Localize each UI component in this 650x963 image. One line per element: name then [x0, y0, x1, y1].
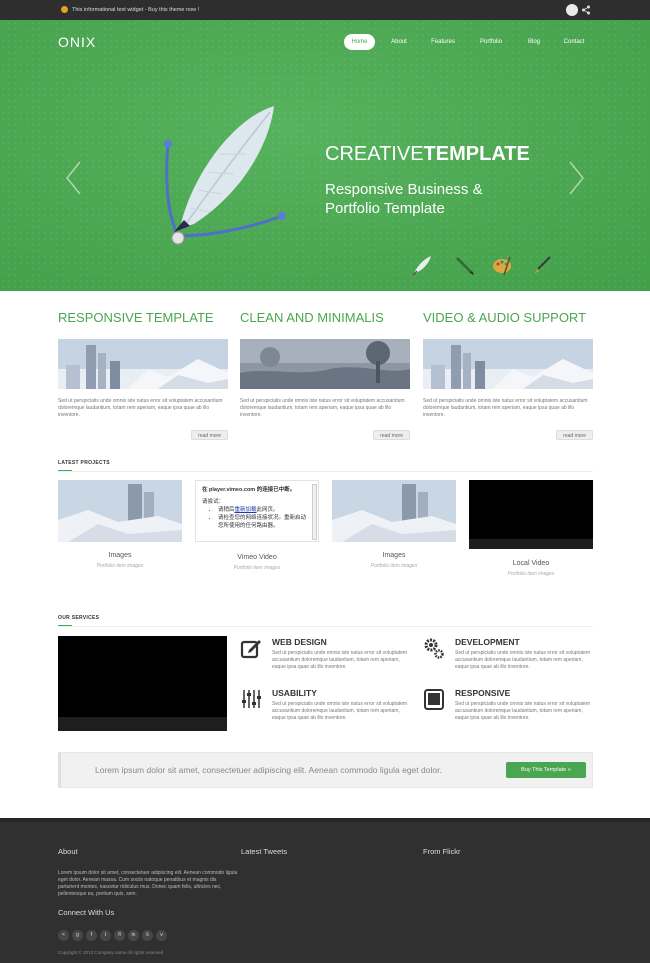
buy-template-button[interactable]: Buy This Template »: [506, 762, 586, 778]
nav-portfolio[interactable]: Portfolio: [476, 34, 506, 50]
service-text: Sed ut perspiciatis unde omnis iste natu…: [455, 701, 591, 721]
project-title: Images: [382, 552, 406, 559]
twitter-icon[interactable]: t: [100, 930, 111, 941]
video-controls-bar[interactable]: [58, 717, 227, 731]
reload-link[interactable]: 重新加载: [235, 507, 257, 513]
vimeo-error-bullet1: 请稍后重新加载此网页。: [218, 506, 310, 514]
brush-tool-icon[interactable]: [530, 253, 554, 277]
feature-text: Sed ut perspiciatis unde omnis iste natu…: [58, 398, 223, 418]
share-circle-icon[interactable]: [566, 4, 578, 16]
read-more-button[interactable]: read more: [556, 430, 593, 440]
vimeo-error-line2: 请尝试：: [202, 499, 225, 505]
feature-image-city[interactable]: [423, 339, 593, 389]
palette-tool-icon[interactable]: [490, 253, 514, 277]
slider-next-arrow-icon[interactable]: [568, 160, 586, 196]
vimeo-error-line1: 在 player.vimeo.com 的连接已中断。: [202, 487, 296, 493]
video-controls-bar[interactable]: [469, 539, 593, 549]
our-services-label: OUR SERVICES: [58, 615, 100, 621]
service-title: WEB DESIGN: [272, 637, 327, 647]
project-image-city[interactable]: [58, 480, 182, 542]
call-to-action-box: Lorem ipsum dolor sit amet, consectetuer…: [58, 752, 593, 788]
vimeo-bullet1-suffix: 此网页。: [256, 507, 279, 513]
linkedin-icon[interactable]: li: [142, 930, 153, 941]
gears-icon: [424, 638, 444, 659]
services-video-player[interactable]: [58, 636, 227, 731]
hero-title-bold: TEMPLATE: [423, 143, 530, 165]
feature-title: VIDEO & AUDIO SUPPORT: [423, 310, 587, 325]
feature-image-city[interactable]: [58, 339, 228, 389]
project-subtitle: Portfolio item images: [96, 563, 144, 569]
service-text: Sed ut perspiciatis unde omnis iste natu…: [272, 650, 408, 670]
nav-home[interactable]: Home: [344, 34, 375, 50]
project-subtitle: Portfolio item images: [370, 563, 418, 569]
share-icon[interactable]: [581, 5, 591, 15]
feature-title: RESPONSIVE TEMPLATE: [58, 310, 214, 325]
feature-clean: CLEAN AND MINIMALIS Sed ut perspiciatis …: [240, 310, 410, 440]
nav-about[interactable]: About: [387, 34, 411, 50]
top-info-bar: This informational text widget - Buy thi…: [0, 0, 650, 20]
service-title: DEVELOPMENT: [455, 637, 520, 647]
feature-image-tree[interactable]: [240, 339, 410, 389]
hero-title-light: CREATIVE: [325, 143, 424, 165]
service-text: Sed ut perspiciatis unde omnis iste natu…: [455, 650, 591, 670]
pen-tool-icon[interactable]: [452, 253, 476, 277]
footer-tweets-title: Latest Tweets: [241, 847, 288, 856]
google-plus-icon[interactable]: g: [72, 930, 83, 941]
vimeo-icon[interactable]: v: [156, 930, 167, 941]
info-icon: [61, 6, 68, 13]
nav-features[interactable]: Features: [428, 34, 458, 50]
read-more-button[interactable]: read more: [191, 430, 228, 440]
latest-projects-label: LATEST PROJECTS: [58, 460, 110, 466]
footer-connect-title: Connect With Us: [58, 908, 115, 917]
feature-title: CLEAN AND MINIMALIS: [240, 310, 384, 325]
project-image-city[interactable]: [332, 480, 456, 542]
facebook-icon[interactable]: f: [86, 930, 97, 941]
cta-text: Lorem ipsum dolor sit amet, consectetuer…: [95, 765, 442, 775]
feature-responsive: RESPONSIVE TEMPLATE Sed ut perspiciatis …: [58, 310, 228, 440]
project-subtitle: Portfolio item images: [233, 565, 281, 571]
read-more-button[interactable]: read more: [373, 430, 410, 440]
hero-title: CREATIVETEMPLATE: [325, 142, 530, 166]
nav-contact[interactable]: Contact: [560, 34, 588, 50]
feather-tool-icon[interactable]: [410, 253, 434, 277]
footer-about-title: About: [58, 847, 78, 856]
tablet-icon: [424, 689, 444, 710]
site-footer: About Latest Tweets From Flickr Lorem ip…: [0, 818, 650, 963]
nav-blog[interactable]: Blog: [524, 34, 544, 50]
pencil-edit-icon: [240, 640, 261, 659]
instagram-icon[interactable]: in: [128, 930, 139, 941]
feature-text: Sed ut perspiciatis unde omnis iste natu…: [240, 398, 405, 418]
project-subtitle: Portfolio item images: [507, 571, 555, 577]
flickr-icon[interactable]: fl: [114, 930, 125, 941]
hero-slider: ONIX Home About Features Portfolio Blog …: [0, 20, 650, 291]
hero-subtitle: Responsive Business & Portfolio Template: [325, 181, 483, 217]
footer-flickr-title: From Flickr: [423, 847, 461, 856]
copyright-text: Copyright © 2013 Company name All rights…: [58, 950, 164, 955]
vimeo-error-bullet2: 请检查您的网络连接状况。重新启动您所使用的任何路由器。: [218, 514, 310, 530]
slider-prev-arrow-icon[interactable]: [64, 160, 82, 196]
section-divider: [58, 471, 593, 472]
scrollbar[interactable]: [312, 484, 317, 540]
project-title: Images: [108, 552, 132, 559]
section-divider: [58, 626, 593, 627]
share-social-icon[interactable]: <: [58, 930, 69, 941]
feather-pen-illustration: [164, 106, 286, 245]
service-text: Sed ut perspiciatis unde omnis iste natu…: [272, 701, 408, 721]
feature-video-audio: VIDEO & AUDIO SUPPORT Sed ut perspiciati…: [423, 310, 593, 440]
footer-about-text: Lorem ipsum dolor sit amet, consectetuer…: [58, 870, 238, 897]
service-title: RESPONSIVE: [455, 688, 511, 698]
vimeo-bullet1-prefix: 请稍后: [218, 507, 235, 513]
vimeo-embed-error[interactable]: 在 player.vimeo.com 的连接已中断。 请尝试： 请稍后重新加载此…: [195, 480, 319, 542]
project-title: Vimeo Video: [237, 554, 277, 561]
project-title: Local Video: [512, 560, 550, 567]
site-logo[interactable]: ONIX: [58, 34, 96, 50]
feature-text: Sed ut perspiciatis unde omnis iste natu…: [423, 398, 588, 418]
local-video-player[interactable]: [469, 480, 593, 549]
sliders-icon: [242, 690, 261, 708]
info-text[interactable]: This informational text widget - Buy thi…: [72, 6, 199, 14]
service-title: USABILITY: [272, 688, 317, 698]
